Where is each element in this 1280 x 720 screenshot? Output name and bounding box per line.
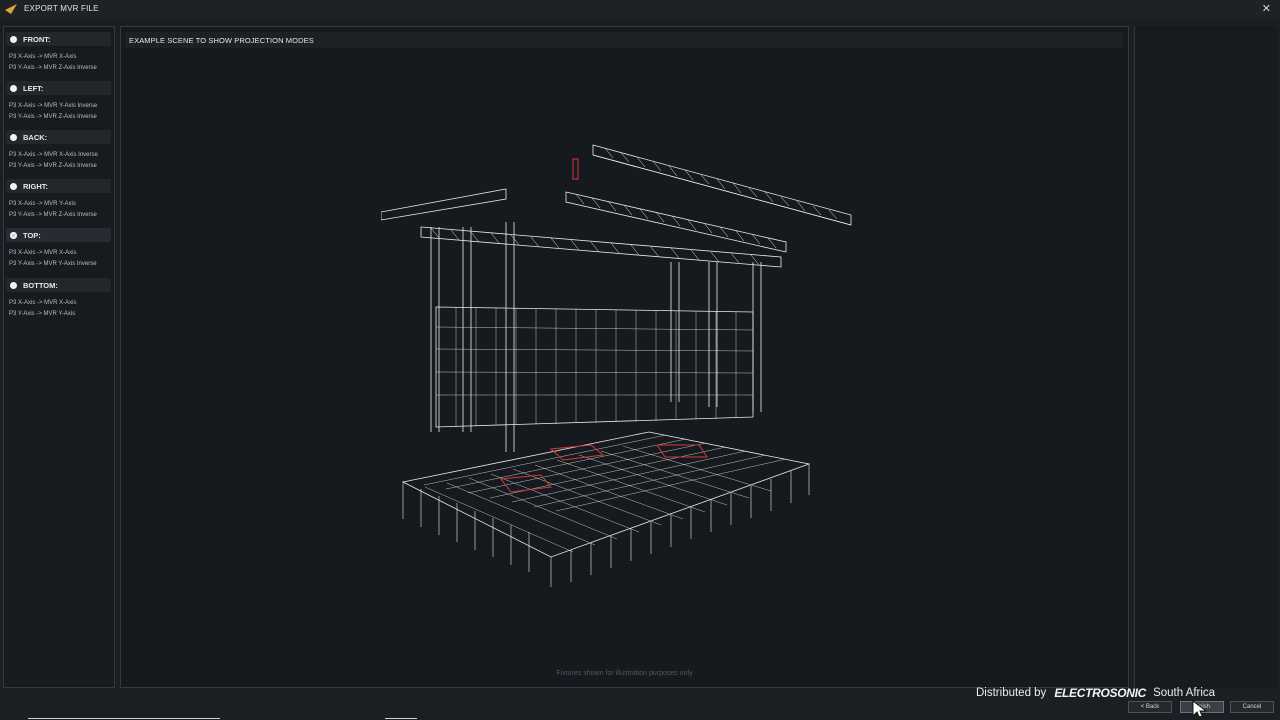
mode-right-radio[interactable] <box>10 182 17 190</box>
mode-back-mapping-y: P3 Y-Axis -> MVR Z-Axis Inverse <box>9 163 97 169</box>
mode-back-label: BACK: <box>23 132 48 142</box>
mode-top-radio[interactable] <box>10 231 17 239</box>
scene-title: EXAMPLE SCENE TO SHOW PROJECTION MODES <box>129 36 314 45</box>
mode-front-option[interactable]: FRONT: <box>6 32 111 46</box>
mode-bottom-radio[interactable] <box>10 281 17 289</box>
back-button[interactable]: < Back <box>1128 701 1172 713</box>
mode-right-mapping-x: P3 X-Axis -> MVR Y-Axis <box>9 201 76 207</box>
window-title: EXPORT MVR FILE <box>24 4 99 13</box>
scene-header: EXAMPLE SCENE TO SHOW PROJECTION MODES <box>125 32 1123 48</box>
mode-right-label: RIGHT: <box>23 181 48 191</box>
mode-bottom-option[interactable]: BOTTOM: <box>6 278 111 292</box>
mode-back-radio[interactable] <box>10 133 17 141</box>
mode-top-mapping-y: P3 Y-Axis -> MVR Y-Axis Inverse <box>9 261 97 267</box>
mode-front-label: FRONT: <box>23 34 51 44</box>
mode-top-label: TOP: <box>23 230 41 240</box>
illustration-disclaimer: Fixtures shown for illustration purposes… <box>556 670 693 677</box>
mode-left-label: LEFT: <box>23 83 44 93</box>
distributor-branding: Distributed by ELECTROSONIC South Africa <box>976 685 1276 701</box>
mode-bottom-mapping-y: P3 Y-Axis -> MVR Y-Axis <box>9 311 76 317</box>
mode-left-option[interactable]: LEFT: <box>6 81 111 95</box>
mode-left-mapping-x: P3 X-Axis -> MVR Y-Axis Inverse <box>9 103 98 109</box>
mode-front-mapping-x: P3 X-Axis -> MVR X-Axis <box>9 54 77 60</box>
app-logo-icon <box>5 4 17 14</box>
bottom-status-strip <box>0 716 1280 720</box>
mode-top-option[interactable]: TOP: <box>6 228 111 242</box>
mode-front-radio[interactable] <box>10 35 17 43</box>
progress-segment <box>385 718 417 719</box>
mode-right-option[interactable]: RIGHT: <box>6 179 111 193</box>
stage-wireframe-illustration <box>381 144 852 587</box>
right-side-panel <box>1134 26 1277 688</box>
brand-prefix: Distributed by <box>976 687 1047 699</box>
mode-left-radio[interactable] <box>10 84 17 92</box>
mode-back-option[interactable]: BACK: <box>6 130 111 144</box>
scene-preview-panel: EXAMPLE SCENE TO SHOW PROJECTION MODES F… <box>120 26 1129 688</box>
brand-logo: ELECTROSONIC <box>1054 686 1147 700</box>
progress-segment <box>28 718 220 719</box>
mode-left-mapping-y: P3 Y-Axis -> MVR Z-Axis Inverse <box>9 114 97 120</box>
close-icon[interactable]: ✕ <box>1262 2 1271 15</box>
mode-bottom-label: BOTTOM: <box>23 280 58 290</box>
brand-suffix: South Africa <box>1153 687 1216 699</box>
mode-bottom-mapping-x: P3 X-Axis -> MVR X-Axis <box>9 300 77 306</box>
cancel-button[interactable]: Cancel <box>1230 701 1274 713</box>
projection-mode-panel: FRONT: P3 X-Axis -> MVR X-Axis P3 Y-Axis… <box>3 26 115 688</box>
mode-back-mapping-x: P3 X-Axis -> MVR X-Axis Inverse <box>9 152 98 158</box>
title-bar: EXPORT MVR FILE ✕ <box>0 0 1280 18</box>
mode-top-mapping-x: P3 X-Axis -> MVR X-Axis <box>9 250 77 256</box>
mode-front-mapping-y: P3 Y-Axis -> MVR Z-Axis Inverse <box>9 65 97 71</box>
mode-right-mapping-y: P3 Y-Axis -> MVR Z-Axis Inverse <box>9 212 97 218</box>
